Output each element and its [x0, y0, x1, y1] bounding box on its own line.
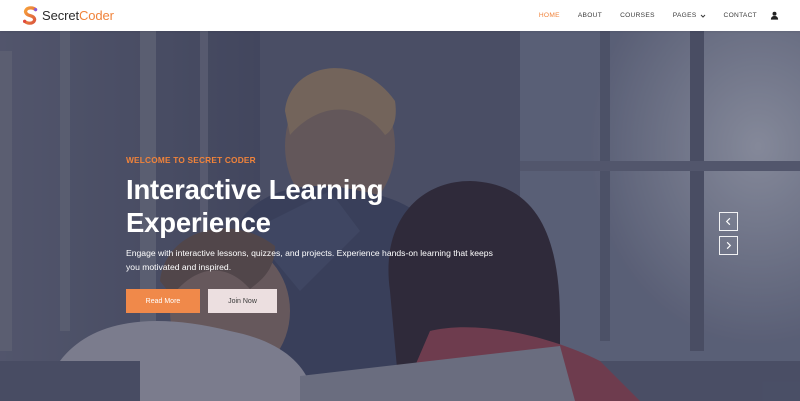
chevron-left-icon — [725, 217, 731, 226]
nav-item-pages[interactable]: PAGES — [673, 0, 706, 31]
hero-headline-line1: Interactive Learning — [126, 174, 384, 205]
read-more-button[interactable]: Read More — [126, 289, 200, 314]
hero-eyebrow: WELCOME TO SECRET CODER — [126, 155, 256, 165]
hero-content: WELCOME TO SECRET CODER Interactive Lear… — [126, 155, 506, 314]
brand-name: SecretCoder — [42, 6, 114, 26]
slider-next-button[interactable] — [719, 236, 738, 255]
main-nav: HOME ABOUT COURSES PAGES CONTACT — [521, 0, 779, 31]
navbar: SecretCoder HOME ABOUT COURSES PAGES CON… — [0, 0, 800, 31]
logo-s-icon — [23, 6, 38, 25]
hero-headline-line2: Experience — [126, 207, 271, 238]
nav-item-pages-label: PAGES — [672, 12, 697, 19]
nav-item-about[interactable]: ABOUT — [578, 0, 602, 31]
brand-name-part1: Secret — [42, 8, 79, 23]
hero-description: Engage with interactive lessons, quizzes… — [126, 248, 493, 272]
chevron-right-icon — [726, 241, 732, 250]
brand-logo[interactable]: SecretCoder — [21, 6, 114, 26]
user-icon[interactable] — [770, 11, 779, 20]
hero-slider: WELCOME TO SECRET CODER Interactive Lear… — [0, 31, 800, 401]
hero-buttons: Read More Join Now — [126, 289, 506, 314]
nav-item-home[interactable]: HOME — [539, 0, 560, 31]
chevron-down-icon — [700, 14, 705, 18]
nav-item-courses[interactable]: COURSES — [620, 0, 655, 31]
join-now-button[interactable]: Join Now — [208, 289, 277, 314]
slider-prev-button[interactable] — [719, 212, 738, 231]
hero-headline: Interactive Learning Experience — [126, 173, 506, 239]
brand-name-part2: Coder — [78, 8, 114, 23]
nav-item-contact[interactable]: CONTACT — [724, 0, 757, 31]
